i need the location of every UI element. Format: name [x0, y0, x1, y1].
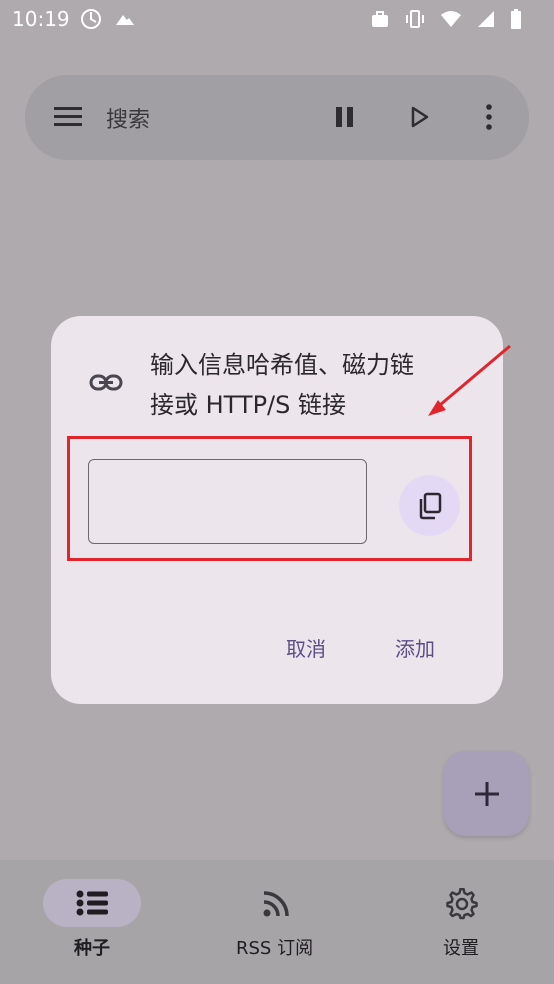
status-right-icons — [370, 8, 522, 30]
nav-item-torrents[interactable]: 种子 — [74, 934, 110, 960]
status-left-icons — [80, 8, 136, 30]
battery-icon — [511, 9, 521, 29]
nav-item-settings[interactable]: 设置 — [443, 934, 479, 960]
search-bar[interactable] — [25, 75, 529, 160]
dialog-title-line1: 输入信息哈希值、磁力链 — [150, 351, 414, 379]
play-icon[interactable] — [409, 105, 431, 129]
magnet-link-input[interactable] — [88, 459, 367, 544]
gear-icon[interactable] — [446, 888, 478, 920]
dialog-title-line2: 接或 HTTP/S 链接 — [150, 391, 346, 419]
annotation-arrow — [428, 344, 511, 416]
pause-icon[interactable] — [334, 105, 356, 129]
app-icon — [81, 9, 101, 29]
vibrate-icon — [406, 10, 424, 28]
status-time: 10:19 — [12, 7, 70, 31]
copy-icon — [419, 492, 441, 519]
add-fab[interactable] — [444, 751, 529, 836]
mountain-icon — [116, 15, 134, 25]
plus-icon — [474, 781, 499, 806]
paste-button[interactable] — [399, 475, 460, 536]
cancel-button[interactable]: 取消 — [286, 633, 326, 662]
wifi-icon — [441, 11, 461, 27]
briefcase-icon — [372, 11, 388, 27]
menu-icon[interactable] — [54, 106, 82, 128]
rss-icon[interactable] — [262, 890, 290, 918]
signal-icon — [478, 11, 494, 27]
nav-item-rss[interactable]: RSS 订阅 — [236, 934, 313, 960]
search-placeholder[interactable]: 搜索 — [106, 102, 150, 134]
list-icon[interactable] — [76, 890, 108, 916]
more-vert-icon[interactable] — [484, 104, 494, 130]
dialog-title: 输入信息哈希值、磁力链 接或 HTTP/S 链接 — [99, 345, 419, 425]
add-button[interactable]: 添加 — [395, 633, 435, 662]
status-bar: 10:19 — [0, 0, 554, 38]
